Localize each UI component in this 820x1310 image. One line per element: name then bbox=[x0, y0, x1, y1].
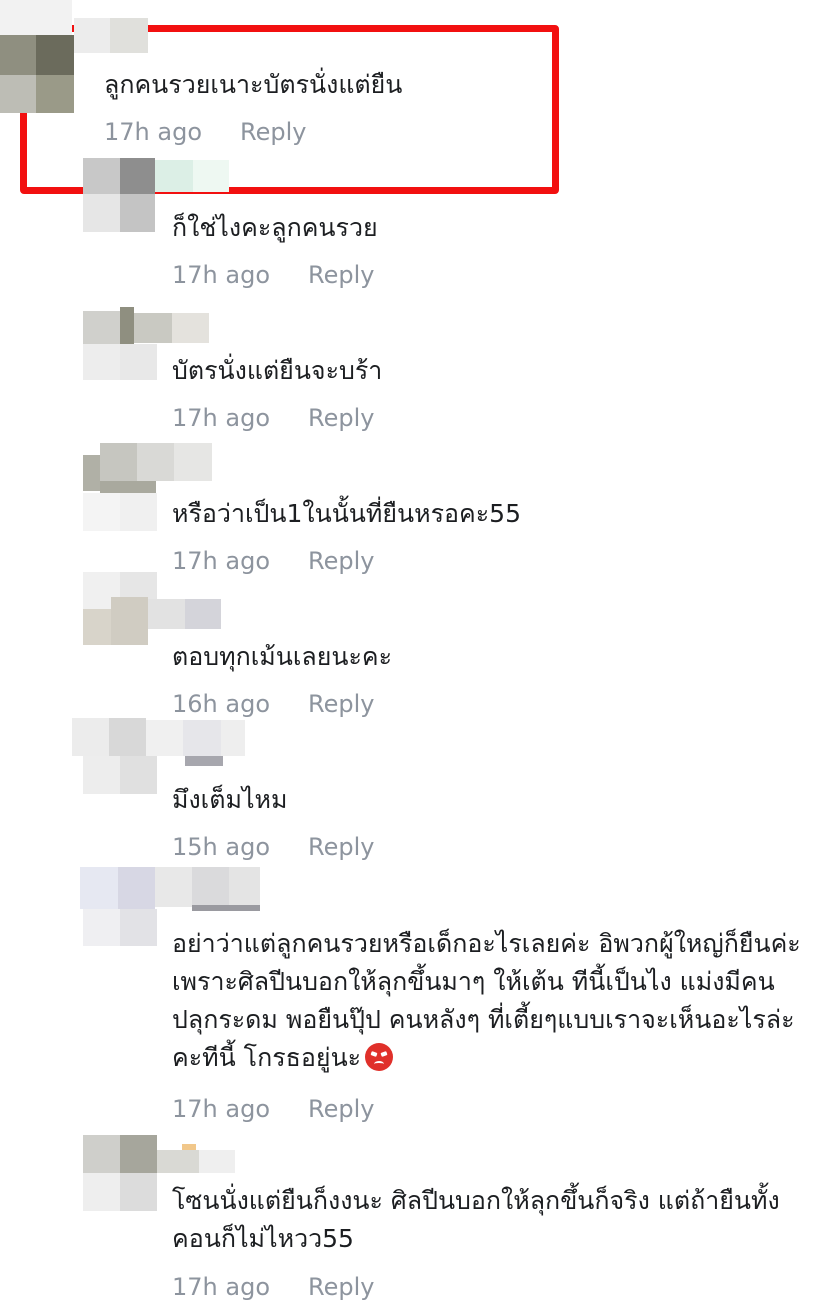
comment-meta: 17h ago Reply bbox=[172, 1272, 374, 1302]
reply-button[interactable]: Reply bbox=[308, 260, 374, 290]
reply-button[interactable]: Reply bbox=[308, 832, 374, 862]
comment-meta: 15h ago Reply bbox=[172, 832, 374, 862]
timestamp: 17h ago bbox=[172, 547, 271, 575]
comment-meta: 17h ago Reply bbox=[172, 403, 374, 433]
comment-text: มึงเต็มไหม bbox=[172, 785, 288, 814]
reply-button[interactable]: Reply bbox=[240, 117, 306, 147]
comment-text: ลูกคนรวยเนาะบัตรนั่งแต่ยืน bbox=[104, 70, 403, 99]
timestamp: 17h ago bbox=[172, 1273, 271, 1301]
comment-text: ก็ใช่ไงคะลูกคนรวย bbox=[172, 213, 378, 242]
timestamp: 15h ago bbox=[172, 833, 271, 861]
timestamp: 17h ago bbox=[172, 261, 271, 289]
reply-button[interactable]: Reply bbox=[308, 403, 374, 433]
comment-meta: 16h ago Reply bbox=[172, 689, 374, 719]
comment-meta: 17h ago Reply bbox=[172, 1094, 374, 1124]
comment-text: ตอบทุกเม้นเลยนะคะ bbox=[172, 642, 393, 671]
reply-button[interactable]: Reply bbox=[308, 546, 374, 576]
comment-meta: 17h ago Reply bbox=[104, 117, 306, 147]
comment-text: โซนนั่งแต่ยืนก็งงนะ ศิลปีนบอกให้ลุกขึ้นก… bbox=[172, 1186, 780, 1253]
timestamp: 17h ago bbox=[172, 1095, 271, 1123]
comment-text: หรือว่าเป็น1ในนั้นที่ยืนหรอคะ55 bbox=[172, 499, 521, 528]
comment-meta: 17h ago Reply bbox=[172, 546, 374, 576]
timestamp: 17h ago bbox=[172, 404, 271, 432]
timestamp: 16h ago bbox=[172, 690, 271, 718]
comment-text: บัตรนั่งแต่ยืนจะบร้า bbox=[172, 356, 383, 385]
comment-text: อย่าว่าแต่ลูกคนรวยหรือเด็กอะไรเลยค่ะ อิพ… bbox=[172, 925, 820, 1077]
comment-meta: 17h ago Reply bbox=[172, 260, 374, 290]
reply-button[interactable]: Reply bbox=[308, 1272, 374, 1302]
reply-button[interactable]: Reply bbox=[308, 689, 374, 719]
comment-body: อย่าว่าแต่ลูกคนรวยหรือเด็กอะไรเลยค่ะ อิพ… bbox=[172, 929, 801, 1072]
reply-button[interactable]: Reply bbox=[308, 1094, 374, 1124]
angry-face-icon bbox=[365, 1043, 394, 1071]
timestamp: 17h ago bbox=[104, 118, 203, 146]
